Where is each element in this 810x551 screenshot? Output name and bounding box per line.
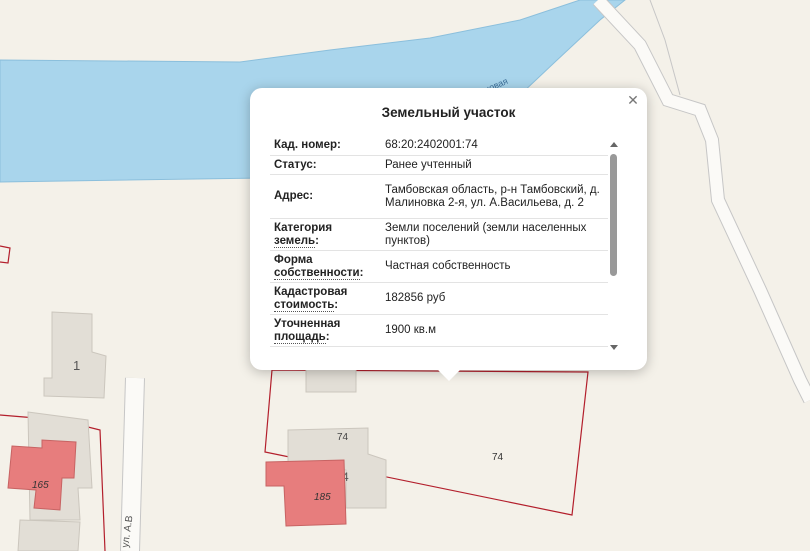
popup-title: Земельный участок [381,105,516,120]
row-value: Земли поселений (земли населенных пункто… [381,218,608,251]
info-table-wrap[interactable]: Кад. номер: 68:20:2402001:74 Статус: Ран… [270,136,608,352]
row-key: Статус: [270,155,381,175]
table-row: Кадастровая стоимость: 182856 руб [270,282,608,315]
scroll-down-arrow-icon[interactable] [610,345,618,350]
row-value: 68:20:2402001:74 [381,136,608,156]
close-icon[interactable]: ✕ [626,93,640,107]
row-value: 182856 руб [381,282,608,315]
parcel-info-popup: Земельный участок ✕ Кад. номер: 68:20:24… [250,88,647,381]
info-table: Кад. номер: 68:20:2402001:74 Статус: Ран… [270,136,608,347]
row-key: Уточненная площадь: [270,314,381,347]
row-key: Кад. номер: [270,136,381,156]
row-value: Тамбовская область, р-н Тамбовский, д. М… [381,174,608,219]
row-value: 1900 кв.м [381,314,608,347]
building-165-number: 165 [32,480,49,491]
building-1-number: 1 [73,358,80,373]
table-row: Адрес: Тамбовская область, р-н Тамбовски… [270,174,608,219]
row-key: Форма собственности: [270,250,381,283]
scroll-up-arrow-icon[interactable] [610,142,618,147]
table-row: Кад. номер: 68:20:2402001:74 [270,136,608,156]
row-key: Адрес: [270,174,381,219]
building-74-number: 74 [337,432,349,443]
row-value: Частная собственность [381,250,608,283]
table-row: Уточненная площадь: 1900 кв.м [270,314,608,347]
building-under-popup [305,367,357,393]
parcel-74-number: 74 [492,452,504,463]
scrollbar[interactable] [608,138,620,352]
table-row: Форма собственности: Частная собственност… [270,250,608,283]
table-row: Категория земель: Земли поселений (земли … [270,218,608,251]
building-left-bottom [17,519,81,551]
row-key: Категория земель: [270,218,381,251]
row-value: Ранее учтенный [381,155,608,175]
table-row: Статус: Ранее учтенный [270,155,608,175]
scrollbar-thumb[interactable] [610,154,617,276]
row-key: Кадастровая стоимость: [270,282,381,315]
building-185-number: 185 [314,492,331,503]
